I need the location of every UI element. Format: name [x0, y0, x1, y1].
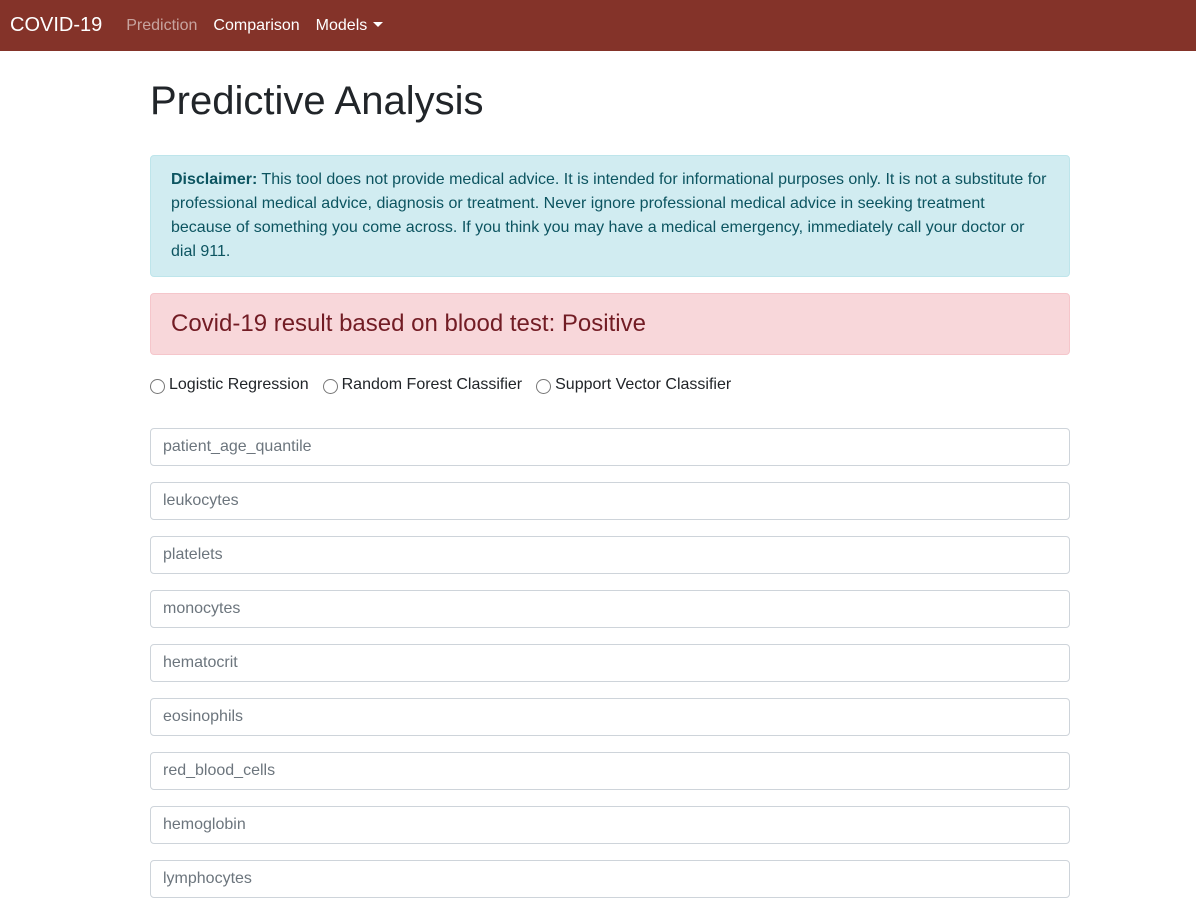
disclaimer-alert: Disclaimer: This tool does not provide m…: [150, 155, 1070, 277]
result-text: Covid-19 result based on blood test: Pos…: [171, 310, 646, 337]
radio-circle-icon[interactable]: [322, 378, 338, 394]
radio-random-forest[interactable]: Random Forest Classifier: [322, 376, 523, 394]
field-platelets: [150, 536, 1070, 574]
radio-circle-icon[interactable]: [150, 378, 165, 394]
radio-support-vector[interactable]: Support Vector Classifier: [536, 376, 731, 394]
field-hemoglobin: [150, 806, 1070, 844]
disclaimer-text: This tool does not provide medical advic…: [171, 171, 1047, 260]
lymphocytes-input[interactable]: [163, 870, 1057, 888]
patient-age-quantile-input[interactable]: [163, 438, 1057, 456]
main-container: Predictive Analysis Disclaimer: This too…: [150, 51, 1070, 914]
nav-comparison[interactable]: Comparison: [213, 17, 299, 35]
radio-label: Random Forest Classifier: [341, 376, 523, 393]
hematocrit-input[interactable]: [163, 654, 1057, 672]
monocytes-input[interactable]: [163, 600, 1057, 618]
radio-label: Support Vector Classifier: [555, 376, 732, 393]
platelets-input[interactable]: [163, 546, 1057, 564]
leukocytes-input[interactable]: [163, 492, 1057, 510]
navbar: COVID-19 Prediction Comparison Models: [0, 0, 1196, 51]
nav-models-dropdown[interactable]: Models: [316, 17, 384, 35]
radio-label: Logistic Regression: [169, 376, 309, 393]
field-monocytes: [150, 590, 1070, 628]
result-alert: Covid-19 result based on blood test: Pos…: [150, 293, 1070, 355]
radio-logistic-regression[interactable]: Logistic Regression: [150, 376, 309, 394]
hemoglobin-input[interactable]: [163, 816, 1057, 834]
field-leukocytes: [150, 482, 1070, 520]
model-radio-group: Logistic Regression Random Forest Classi…: [150, 375, 1070, 395]
field-hematocrit: [150, 644, 1070, 682]
disclaimer-label: Disclaimer:: [171, 171, 258, 188]
nav-models-label: Models: [315, 16, 368, 34]
feature-fields: [150, 428, 1070, 898]
page-title: Predictive Analysis: [150, 79, 484, 123]
nav-prediction[interactable]: Prediction: [126, 17, 197, 35]
brand-link[interactable]: COVID-19: [10, 14, 102, 37]
field-patient-age-quantile: [150, 428, 1070, 466]
field-eosinophils: [150, 698, 1070, 736]
radio-circle-icon[interactable]: [536, 378, 552, 394]
eosinophils-input[interactable]: [163, 708, 1057, 726]
red-blood-cells-input[interactable]: [163, 762, 1057, 780]
caret-down-icon: [373, 21, 384, 27]
field-lymphocytes: [150, 860, 1070, 898]
field-red-blood-cells: [150, 752, 1070, 790]
